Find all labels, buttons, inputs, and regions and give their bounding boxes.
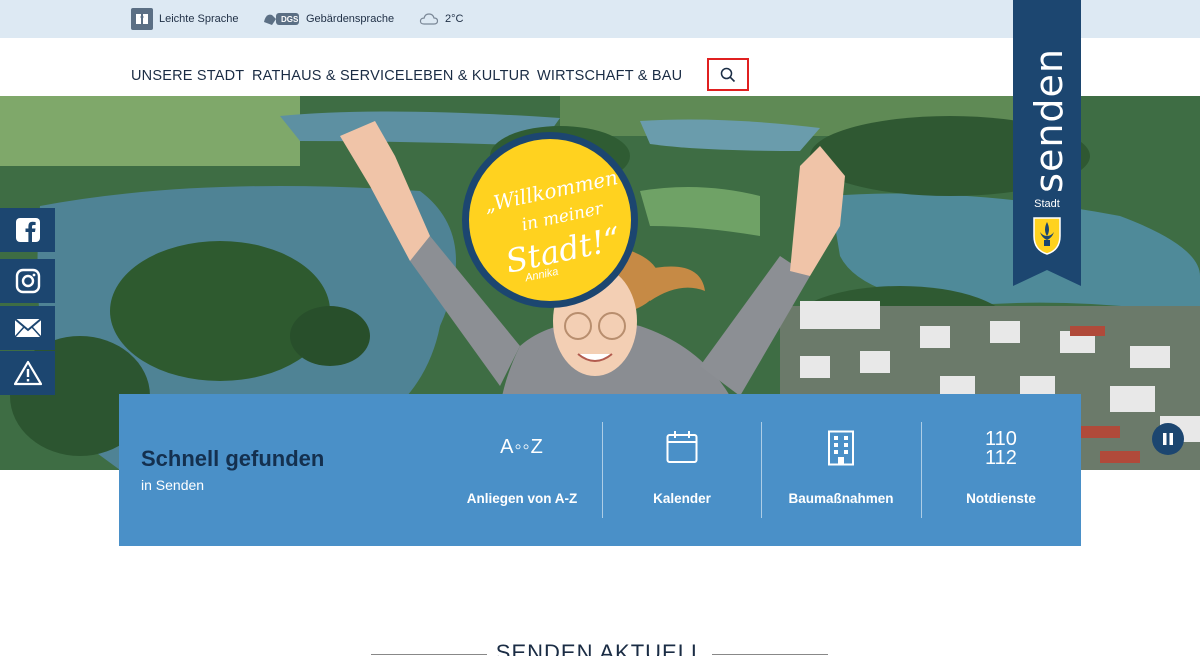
email-link[interactable]: [0, 306, 55, 350]
quick-item-a-z[interactable]: A◦◦Z Anliegen von A-Z: [442, 394, 602, 546]
nav-leben-kultur[interactable]: LEBEN & KULTUR: [405, 68, 530, 84]
badge-line-3: Stadt!“: [502, 219, 625, 281]
facebook-icon: [15, 218, 40, 242]
weather: 2°C: [419, 0, 463, 38]
dgs-badge: DGS: [281, 14, 299, 24]
search-button[interactable]: [707, 58, 749, 91]
quick-item-label: Notdienste: [966, 491, 1036, 506]
pause-icon: [1163, 433, 1173, 445]
emergency-numbers-icon: 110 112: [921, 429, 1081, 469]
facebook-link[interactable]: [0, 208, 55, 252]
quick-item-label: Anliegen von A-Z: [466, 491, 578, 506]
emergency-number-fire: 112: [985, 447, 1017, 469]
nav-wirtschaft-bau[interactable]: WIRTSCHAFT & BAU: [537, 68, 682, 84]
easy-language-icon: [131, 8, 153, 30]
quick-find-subtitle: in Senden: [141, 477, 205, 493]
nav-unsere-stadt[interactable]: UNSERE STADT: [131, 68, 244, 84]
easy-language-label: Leichte Sprache: [159, 13, 239, 25]
quick-item-calendar[interactable]: Kalender: [602, 394, 762, 546]
easy-language-link[interactable]: Leichte Sprache: [131, 0, 239, 38]
instagram-icon: [15, 268, 40, 294]
temperature: 2°C: [445, 13, 464, 25]
warning-icon: [13, 360, 42, 386]
a-to-z-icon: A◦◦Z: [500, 436, 544, 458]
instagram-link[interactable]: [0, 259, 55, 303]
quick-item-label: Baumaßnahmen: [788, 491, 894, 506]
calendar-icon: [602, 430, 762, 464]
quick-item-emergency[interactable]: 110 112 Notdienste: [921, 394, 1081, 546]
quick-find-panel: Schnell gefunden in Senden A◦◦Z Anliegen…: [119, 394, 1081, 546]
sign-language-link[interactable]: DGS Gebärdensprache: [262, 0, 394, 38]
search-icon: [720, 67, 736, 82]
sign-language-label: Gebärdensprache: [306, 13, 395, 25]
mail-icon: [13, 318, 42, 338]
nav-rathaus-service[interactable]: RATHAUS & SERVICE: [252, 68, 405, 84]
quick-item-construction[interactable]: Baumaßnahmen: [761, 394, 921, 546]
quick-item-label: Kalender: [653, 491, 711, 506]
cloud-icon: [419, 12, 439, 26]
slideshow-pause-button[interactable]: [1152, 423, 1184, 455]
logo-city-name: senden: [1027, 48, 1071, 193]
senden-logo[interactable]: senden Stadt: [1013, 0, 1081, 286]
section-heading: SENDEN AKTUELL: [495, 640, 705, 656]
logo-type: Stadt: [1034, 198, 1060, 210]
welcome-badge: „Willkommen in meiner Stadt!“ Annika: [462, 132, 638, 308]
quick-find-title: Schnell gefunden: [141, 446, 325, 471]
warning-link[interactable]: [0, 351, 55, 395]
building-icon: [761, 430, 921, 466]
